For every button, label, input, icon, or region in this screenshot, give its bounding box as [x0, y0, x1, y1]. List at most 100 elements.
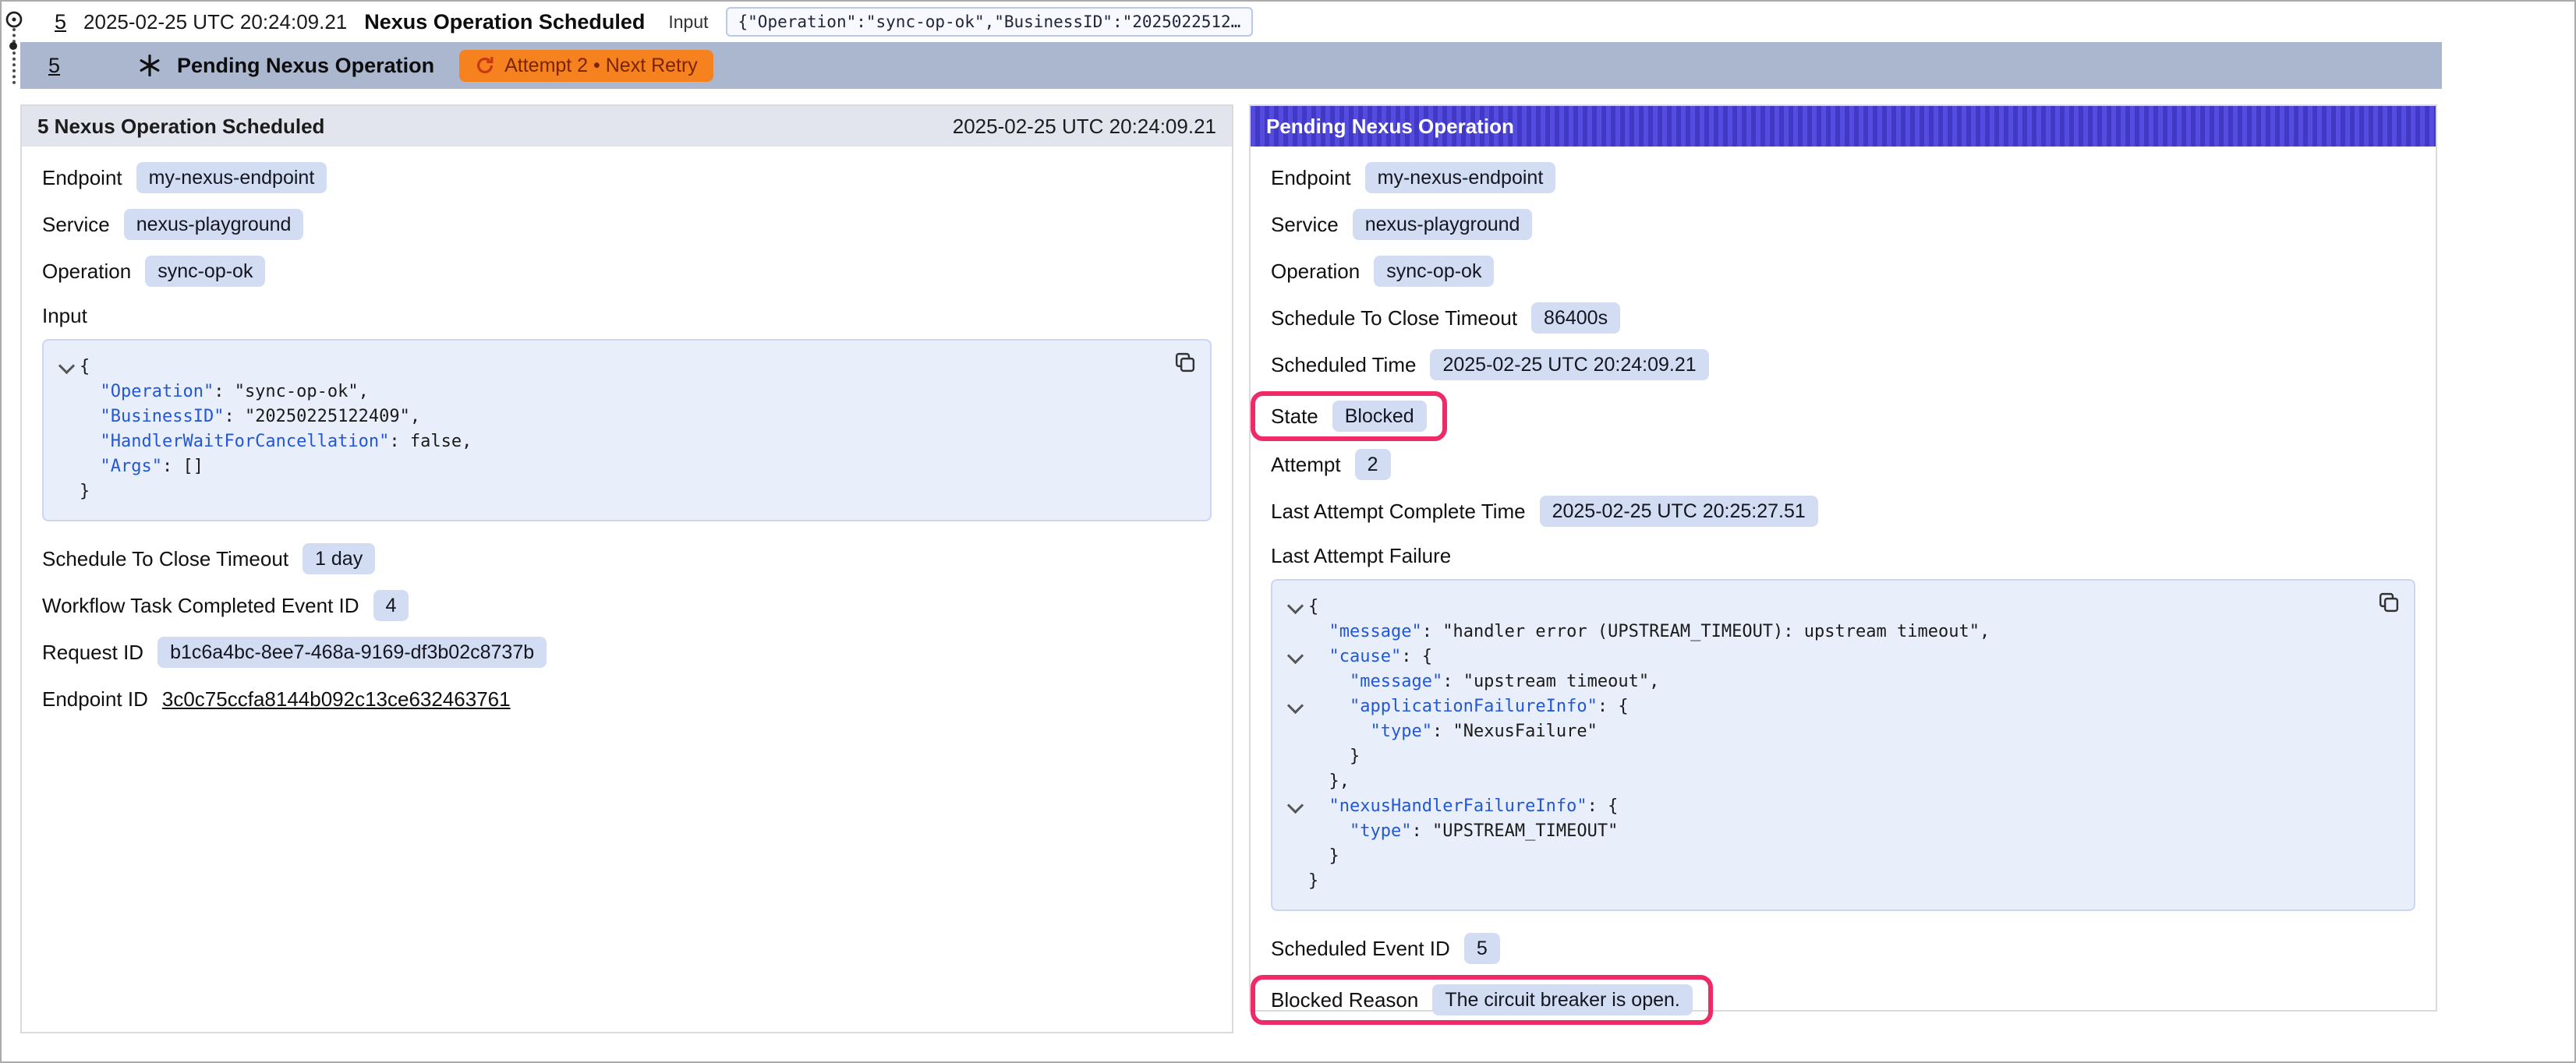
field-row-workflow-task-completed: Workflow Task Completed Event ID 4 [42, 588, 1212, 623]
field-label: Operation [42, 260, 131, 284]
code-line: "Operation": "sync-op-ok", [53, 380, 1157, 404]
field-label: Scheduled Event ID [1271, 937, 1450, 961]
code-gutter [53, 404, 80, 429]
code-line: }, [1282, 769, 2361, 794]
timeline-dot [9, 42, 17, 50]
scheduled-panel-title: 5 Nexus Operation Scheduled [37, 115, 324, 139]
code-gutter [53, 380, 80, 404]
pending-panel-header: Pending Nexus Operation [1251, 106, 2436, 147]
code-gutter [53, 454, 80, 479]
code-line: } [53, 479, 1157, 504]
collapse-chevron-icon[interactable] [1282, 794, 1308, 819]
scheduled-event-panel: 5 Nexus Operation Scheduled 2025-02-25 U… [20, 104, 1233, 1033]
field-value-badge: nexus-playground [1353, 209, 1533, 240]
event-timestamp: 2025-02-25 UTC 20:24:09.21 [83, 10, 347, 34]
field-label: Workflow Task Completed Event ID [42, 594, 359, 618]
code-gutter [1282, 669, 1308, 694]
collapse-chevron-icon[interactable] [1282, 694, 1308, 719]
code-gutter [1282, 719, 1308, 744]
code-line: "Args": [] [53, 454, 1157, 479]
copy-icon[interactable] [1174, 351, 1196, 373]
collapse-chevron-icon[interactable] [53, 355, 80, 380]
code-line: "applicationFailureInfo": { [1282, 694, 2361, 719]
field-value-badge: 1 day [303, 543, 375, 574]
code-text: "type": "NexusFailure" [1308, 719, 1598, 744]
field-label: Scheduled Time [1271, 353, 1416, 377]
field-label: Schedule To Close Timeout [42, 547, 288, 571]
field-value-badge: sync-op-ok [145, 256, 265, 287]
code-text: "applicationFailureInfo": { [1308, 694, 1629, 719]
code-line: "nexusHandlerFailureInfo": { [1282, 794, 2361, 819]
field-value-badge: 86400s [1531, 302, 1620, 334]
code-gutter [1282, 769, 1308, 794]
field-row-service: Service nexus-playground [42, 207, 1212, 242]
field-label: State [1271, 404, 1318, 429]
attempt-retry-label: Attempt 2 • Next Retry [504, 55, 698, 77]
code-text: } [1308, 744, 1360, 769]
field-value-badge: nexus-playground [124, 209, 304, 240]
copy-icon[interactable] [2378, 592, 2400, 613]
field-row-schedule-to-close: Schedule To Close Timeout 1 day [42, 542, 1212, 576]
field-row-state: State Blocked [1271, 391, 2415, 441]
collapse-chevron-icon[interactable] [1282, 595, 1308, 620]
field-label: Endpoint [42, 166, 122, 190]
code-text: "BusinessID": "20250225122409", [80, 404, 420, 429]
code-text: "message": "upstream timeout", [1308, 669, 1659, 694]
code-line: { [1282, 595, 2361, 620]
field-row-endpoint: Endpoint my-nexus-endpoint [42, 161, 1212, 195]
field-row-last-attempt-complete: Last Attempt Complete Time 2025-02-25 UT… [1271, 494, 2415, 528]
code-line: "type": "UPSTREAM_TIMEOUT" [1282, 819, 2361, 844]
field-row-schedule-to-close: Schedule To Close Timeout 86400s [1271, 301, 2415, 335]
field-row-operation: Operation sync-op-ok [42, 254, 1212, 288]
timeline-connector [12, 28, 16, 84]
pending-operation-row[interactable]: 5 Pending Nexus Operation Attempt 2 • Ne… [20, 42, 2442, 89]
field-row-scheduled-time: Scheduled Time 2025-02-25 UTC 20:24:09.2… [1271, 348, 2415, 382]
code-gutter [53, 429, 80, 454]
endpoint-id-link[interactable]: 3c0c75ccfa8144b092c13ce632463761 [162, 687, 511, 712]
event-id-link[interactable]: 5 [55, 10, 66, 34]
code-text: "cause": { [1308, 645, 1432, 669]
code-text: } [80, 479, 90, 504]
field-row-operation: Operation sync-op-ok [1271, 254, 2415, 288]
code-text: "Operation": "sync-op-ok", [80, 380, 369, 404]
pending-id-link[interactable]: 5 [48, 54, 60, 78]
event-row-scheduled[interactable]: 5 2025-02-25 UTC 20:24:09.21 Nexus Opera… [39, 2, 2574, 42]
field-row-endpoint-id: Endpoint ID 3c0c75ccfa8144b092c13ce63246… [42, 682, 1212, 716]
field-value-badge: sync-op-ok [1374, 256, 1494, 287]
scheduled-panel-timestamp: 2025-02-25 UTC 20:24:09.21 [953, 115, 1216, 139]
code-line: "type": "NexusFailure" [1282, 719, 2361, 744]
input-preview-chip[interactable]: {"Operation":"sync-op-ok","BusinessID":"… [726, 7, 1254, 37]
code-line: "BusinessID": "20250225122409", [53, 404, 1157, 429]
field-value-badge: 2 [1355, 449, 1391, 480]
code-text: "nexusHandlerFailureInfo": { [1308, 794, 1618, 819]
field-label: Request ID [42, 641, 143, 665]
code-gutter [1282, 744, 1308, 769]
field-label: Blocked Reason [1271, 988, 1418, 1012]
event-title: Nexus Operation Scheduled [364, 10, 645, 34]
code-text: } [1308, 869, 1318, 894]
field-row-attempt: Attempt 2 [1271, 447, 2415, 482]
field-label: Schedule To Close Timeout [1271, 306, 1517, 330]
code-gutter [1282, 620, 1308, 645]
code-text: }, [1308, 769, 1350, 794]
field-row-service: Service nexus-playground [1271, 207, 2415, 242]
field-value-badge: my-nexus-endpoint [136, 162, 327, 193]
code-text: "type": "UPSTREAM_TIMEOUT" [1308, 819, 1618, 844]
input-section-label: Input [42, 304, 1212, 328]
field-label: Service [1271, 213, 1339, 237]
field-value-badge: 4 [373, 590, 409, 621]
field-row-endpoint: Endpoint my-nexus-endpoint [1271, 161, 2415, 195]
failure-section-label: Last Attempt Failure [1271, 544, 2415, 568]
attempt-retry-badge: Attempt 2 • Next Retry [459, 50, 713, 82]
code-line: } [1282, 744, 2361, 769]
code-line: "message": "handler error (UPSTREAM_TIME… [1282, 620, 2361, 645]
field-value-badge: 2025-02-25 UTC 20:25:27.51 [1540, 496, 1818, 527]
field-value-badge: my-nexus-endpoint [1365, 162, 1556, 193]
code-text: "Args": [] [80, 454, 203, 479]
collapse-chevron-icon[interactable] [1282, 645, 1308, 669]
code-text: "HandlerWaitForCancellation": false, [80, 429, 472, 454]
code-text: } [1308, 844, 1339, 869]
retry-icon [475, 55, 495, 76]
field-label: Endpoint ID [42, 687, 148, 712]
pending-operation-panel: Pending Nexus Operation Endpoint my-nexu… [1249, 104, 2437, 1012]
